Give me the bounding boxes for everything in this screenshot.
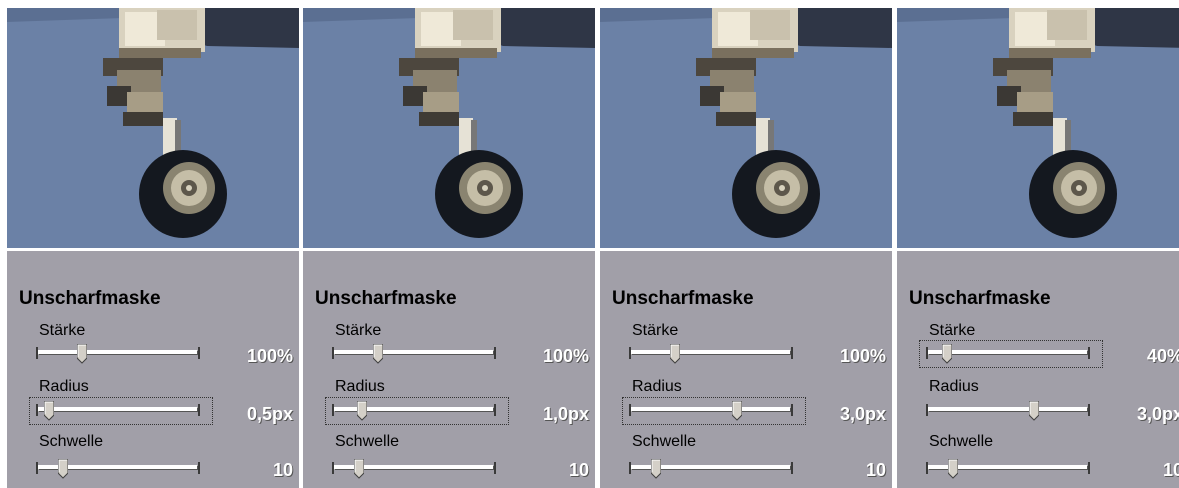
slider-track-start-cap (332, 404, 334, 416)
staerke-label: Stärke (335, 322, 382, 339)
staerke-slider[interactable] (622, 340, 806, 368)
slider-track-end-cap (198, 462, 200, 474)
schwelle-label: Schwelle (39, 433, 104, 450)
slider-thumb-icon[interactable] (1028, 401, 1039, 421)
preview-photo (897, 8, 1179, 248)
slider-thumb-icon[interactable] (353, 459, 364, 479)
slider-thumb-icon[interactable] (57, 459, 68, 479)
slider-thumb-icon[interactable] (731, 401, 742, 421)
sharpen-panel-1: Unscharfmaske Stärke 100% Radius 0,5px S… (7, 8, 299, 488)
slider-thumb-icon[interactable] (373, 344, 383, 364)
radius-value: 1,0px (542, 404, 589, 424)
radius-value: 3,0px (839, 404, 886, 424)
slider-track-start-cap (629, 404, 631, 416)
schwelle-label: Schwelle (632, 433, 697, 450)
staerke-slider[interactable] (919, 340, 1103, 368)
slider-thumb-icon[interactable] (947, 459, 958, 479)
slider-track[interactable] (928, 350, 1088, 355)
slider-track-start-cap (629, 347, 631, 359)
slider-track[interactable] (334, 350, 494, 355)
sharpen-panel-2: Unscharfmaske Stärke 100% Radius 1,0px S… (303, 8, 595, 488)
schwelle-slider[interactable] (919, 455, 1103, 483)
slider-track-end-cap (791, 347, 793, 359)
staerke-slider[interactable] (29, 340, 213, 368)
staerke-label: Stärke (39, 322, 86, 339)
slider-thumb-icon[interactable] (650, 459, 661, 479)
slider-track-end-cap (1088, 462, 1090, 474)
panel-title: Unscharfmaske (909, 288, 1051, 309)
schwelle-value: 10 (272, 460, 293, 480)
staerke-value: 40% (1146, 346, 1179, 366)
schwelle-slider[interactable] (29, 455, 213, 483)
divider (303, 248, 595, 251)
slider-thumb-icon[interactable] (941, 344, 952, 364)
slider-track[interactable] (38, 407, 198, 412)
preview-photo (303, 8, 595, 248)
panel-title: Unscharfmaske (19, 288, 161, 309)
staerke-slider[interactable] (325, 340, 509, 368)
slider-track-end-cap (198, 404, 200, 416)
slider-track-end-cap (198, 347, 200, 359)
preview-photo (600, 8, 892, 248)
schwelle-label: Schwelle (335, 433, 400, 450)
radius-slider[interactable] (29, 397, 213, 425)
slider-thumb-icon[interactable] (356, 401, 367, 421)
slider-track-start-cap (332, 462, 334, 474)
staerke-label: Stärke (632, 322, 679, 339)
sharpen-panel-3: Unscharfmaske Stärke 100% Radius 3,0px S… (600, 8, 892, 488)
slider-track-start-cap (36, 462, 38, 474)
staerke-value: 100% (542, 346, 589, 366)
schwelle-slider[interactable] (325, 455, 509, 483)
staerke-label: Stärke (929, 322, 976, 339)
slider-track-start-cap (926, 462, 928, 474)
preview-photo (7, 8, 299, 248)
radius-value: 0,5px (246, 404, 293, 424)
radius-slider[interactable] (919, 397, 1103, 425)
slider-thumb-icon[interactable] (670, 344, 680, 364)
panel-title: Unscharfmaske (315, 288, 457, 309)
radius-label: Radius (39, 378, 89, 395)
slider-track-end-cap (494, 462, 496, 474)
slider-track-end-cap (1088, 404, 1090, 416)
staerke-value: 100% (839, 346, 886, 366)
schwelle-value: 10 (1162, 460, 1179, 480)
slider-track[interactable] (928, 407, 1088, 412)
slider-thumb-icon[interactable] (44, 401, 54, 421)
staerke-value: 100% (246, 346, 293, 366)
radius-label: Radius (335, 378, 385, 395)
radius-label: Radius (632, 378, 682, 395)
radius-value: 3,0px (1136, 404, 1179, 424)
slider-track-end-cap (494, 347, 496, 359)
slider-track-start-cap (926, 404, 928, 416)
slider-track-end-cap (494, 404, 496, 416)
slider-track[interactable] (631, 350, 791, 355)
comparison-stage: Unscharfmaske Stärke 100% Radius 0,5px S… (0, 0, 1179, 488)
slider-thumb-icon[interactable] (77, 344, 87, 364)
panel-title: Unscharfmaske (612, 288, 754, 309)
divider (897, 248, 1179, 251)
slider-track-end-cap (791, 462, 793, 474)
divider (600, 248, 892, 251)
schwelle-label: Schwelle (929, 433, 994, 450)
slider-track[interactable] (38, 350, 198, 355)
schwelle-value: 10 (568, 460, 589, 480)
radius-label: Radius (929, 378, 979, 395)
slider-track-start-cap (36, 404, 38, 416)
slider-track-end-cap (1088, 347, 1090, 359)
slider-track-start-cap (36, 347, 38, 359)
slider-track[interactable] (631, 407, 791, 412)
slider-track-start-cap (629, 462, 631, 474)
slider-track-end-cap (791, 404, 793, 416)
radius-slider[interactable] (325, 397, 509, 425)
sharpen-panel-4: Unscharfmaske Stärke 40% Radius 3,0px Sc… (897, 8, 1179, 488)
radius-slider[interactable] (622, 397, 806, 425)
slider-track-start-cap (926, 347, 928, 359)
divider (7, 248, 299, 251)
schwelle-slider[interactable] (622, 455, 806, 483)
schwelle-value: 10 (865, 460, 886, 480)
slider-track-start-cap (332, 347, 334, 359)
